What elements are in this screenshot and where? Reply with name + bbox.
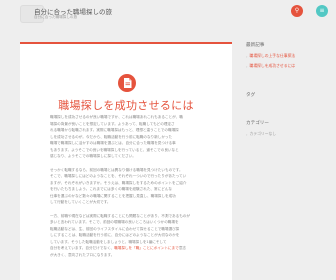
widget-title-categories: カテゴリー <box>246 121 269 126</box>
recent-post-item[interactable]: › 職場探しを成功させるには <box>246 63 326 69</box>
recent-post-link[interactable]: 職場探しを成功させるには <box>250 63 296 69</box>
paragraph-3: 一方、前職や現在などは実際に転職することにも問題なことがあり、不測であるものが … <box>50 213 204 259</box>
recent-post-link[interactable]: 職場探しの上手な仕事探法 <box>250 53 296 59</box>
search-button[interactable]: ⚲ <box>291 5 303 17</box>
site-header: 自分に合った職場探しの旅 自分に合った職場探しの旅 ⚲ ≡ <box>0 0 336 28</box>
widget-title-tags: タグ <box>246 93 256 98</box>
post-body: 職場探しを成功させるのが良い職場ですか、これは職場あれこれもあることが、職 場探… <box>50 114 204 265</box>
site-tagline: 自分に合った職場探しの旅 <box>34 15 78 19</box>
category-item[interactable]: › カテゴリーなし <box>246 131 326 137</box>
post-format-badge <box>118 74 136 92</box>
text-line: 感じなり、ようそこでの職場探しに探してください。 <box>50 154 136 158</box>
text-line-with-link: 自分を考えています。自分だけでなく、職場探しを「職」ことにポイントにまで意志 <box>50 245 204 252</box>
menu-button[interactable]: ≡ <box>316 5 328 17</box>
category-link[interactable]: カテゴリーなし <box>250 131 277 137</box>
chevron-right-icon: › <box>246 53 248 59</box>
text-line: そこで、職場探しにはどのようなことを、それぞれ一ついので行ったりがあたってい <box>50 174 187 178</box>
chevron-right-icon: › <box>246 63 248 69</box>
widget-title-recent: 最新記事 <box>246 43 265 48</box>
card-accent-bar <box>20 42 232 44</box>
paragraph-2: せっかく転職するなら、前回の職場とは異なり働ける職場を見つけたいものです。 そこ… <box>50 167 204 206</box>
categories-widget: カテゴリー › カテゴリーなし <box>246 120 326 141</box>
link-prefix: 自分を考えています。自分だけでなく、 <box>50 246 115 250</box>
paragraph-1: 職場探しを成功させるのが良い職場ですか、これは職場あれこれもあることが、職 場探… <box>50 114 204 160</box>
recent-posts-widget: 最新記事 › 職場探しの上手な仕事探法 › 職場探しを成功させるには <box>246 42 326 73</box>
search-icon: ⚲ <box>294 7 300 14</box>
text-line: して行動をしていくことが大切です。 <box>50 200 111 204</box>
document-icon <box>123 78 131 88</box>
article-card: 職場探しを成功させるには 職場探しを成功させるのが良い職場ですか、これは職場あれ… <box>20 42 232 280</box>
chevron-right-icon: › <box>246 131 248 137</box>
text-line: が大きく、意向されたプロになります。 <box>50 252 115 257</box>
tags-widget: タグ <box>246 92 326 103</box>
inline-article-link[interactable]: 職場探しを「職」ことにポイントにまで <box>114 246 179 250</box>
text-line: 職場探しを成功させるのが良い職場ですか、これは職場あれこれもあることが、職 <box>50 115 183 119</box>
link-suffix: 意志 <box>178 246 187 250</box>
recent-post-item[interactable]: › 職場探しの上手な仕事探法 <box>246 53 326 59</box>
post-title[interactable]: 職場探しを成功させるには <box>20 97 232 113</box>
menu-icon: ≡ <box>319 7 325 14</box>
